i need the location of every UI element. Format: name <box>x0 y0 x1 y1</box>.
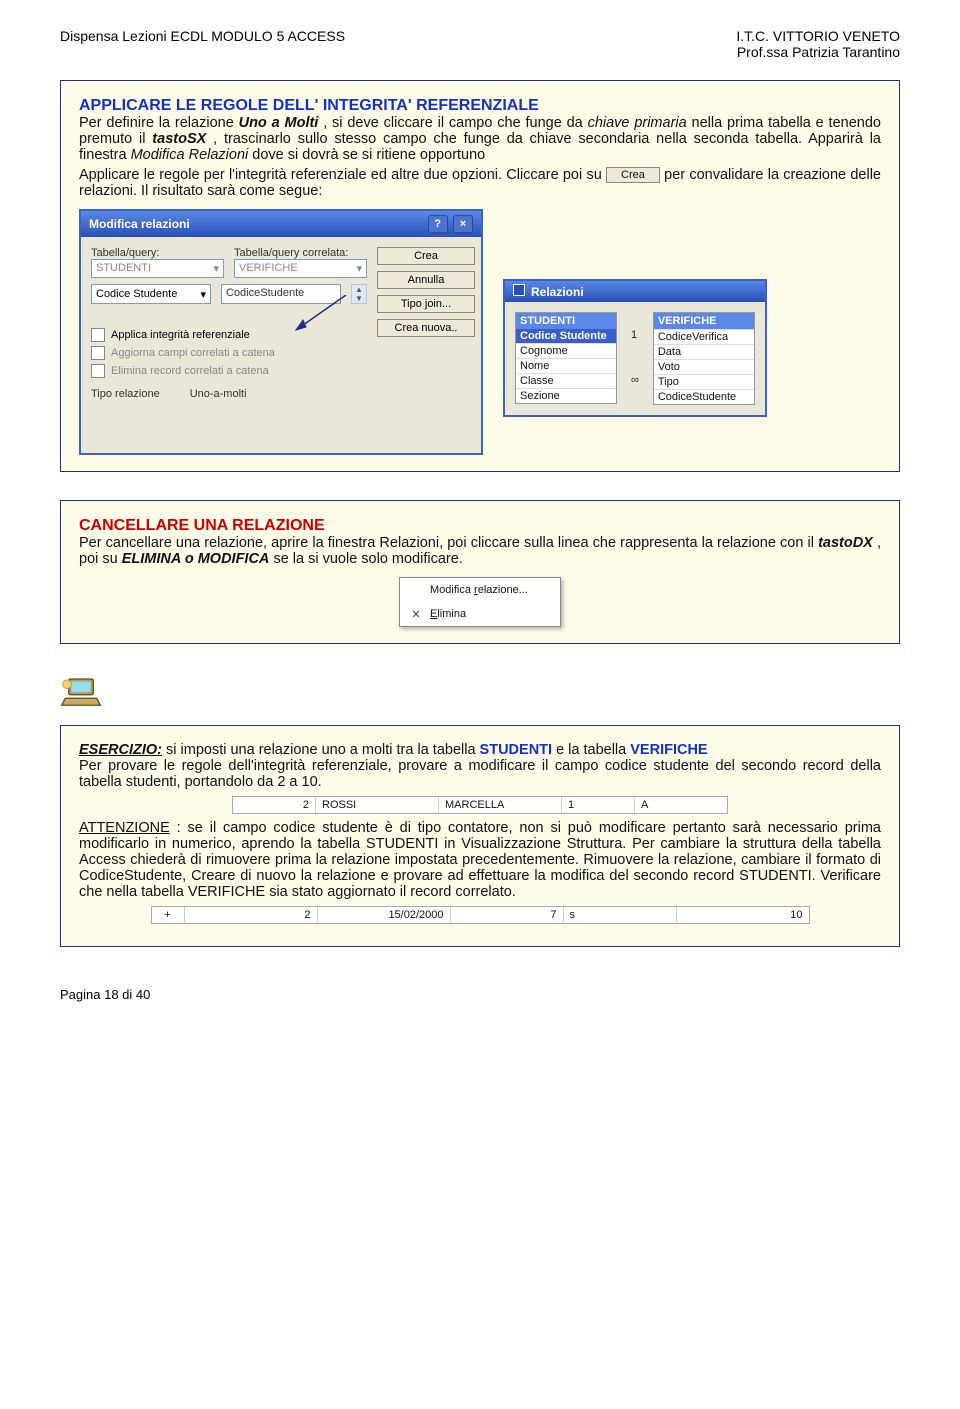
cell: 1 <box>562 797 635 813</box>
cell: ROSSI <box>316 797 439 813</box>
text: Per cancellare una relazione, aprire la … <box>79 535 818 551</box>
combo-field-1[interactable]: Codice Studente ▾ <box>91 284 211 304</box>
crea-inline-button[interactable]: Crea <box>606 167 660 183</box>
label-tipo: Tipo relazione <box>91 388 160 400</box>
dialog-title: Modifica relazioni <box>89 217 190 231</box>
table-row[interactable]: Nome <box>516 358 616 373</box>
scroll-down-icon[interactable]: ▼ <box>355 294 363 303</box>
cell: 7 <box>451 907 564 923</box>
page-footer: Pagina 18 di 40 <box>60 987 900 1002</box>
creanuova-button[interactable]: Crea nuova.. <box>377 319 475 337</box>
scroll-up-icon[interactable]: ▲ <box>355 285 363 294</box>
label-attenzione: ATTENZIONE <box>79 820 170 836</box>
relazioni-window: Relazioni STUDENTI Codice Studente Cogno… <box>503 279 767 417</box>
related-value: VERIFICHE <box>239 262 298 275</box>
cell: 10 <box>677 907 809 923</box>
table-row[interactable]: Cognome <box>516 343 616 358</box>
chk-elimina: Elimina record correlati a catena <box>91 364 367 378</box>
table-row[interactable]: CodiceStudente <box>654 389 754 404</box>
text: : se il campo codice studente è di tipo … <box>79 820 881 900</box>
close-icon[interactable]: × <box>453 215 473 233</box>
text: , si deve cliccare il campo che funge da <box>323 115 587 131</box>
menu-label: Modifica relazione... <box>430 584 528 596</box>
header-right-2: Prof.ssa Patrizia Tarantino <box>736 44 900 60</box>
text-emph: Modifica Relazioni <box>131 147 249 163</box>
laptop-icon <box>60 672 102 714</box>
table-row[interactable]: Codice Studente <box>516 329 616 343</box>
menu-modifica[interactable]: Modifica relazione... <box>400 578 560 602</box>
label-esercizio: ESERCIZIO: <box>79 742 162 758</box>
value-tipo: Uno-a-molti <box>190 388 247 400</box>
combo-value: Codice Studente <box>96 288 177 300</box>
label-related: Tabella/query correlata: <box>234 247 367 259</box>
table-verifiche[interactable]: VERIFICHE CodiceVerifica Data Voto Tipo … <box>653 312 755 405</box>
cell: 2 <box>233 797 316 813</box>
cell: s <box>564 907 677 923</box>
expand-icon[interactable]: + <box>152 907 185 923</box>
text-emph: tastoSX <box>152 131 206 147</box>
modifica-relazioni-dialog: Modifica relazioni ? × Tabella/query: ST… <box>79 209 483 455</box>
section-cancellare: CANCELLARE UNA RELAZIONE Per cancellare … <box>60 500 900 644</box>
text-blue: VERIFICHE <box>630 742 707 758</box>
data-row-studenti: 2 ROSSI MARCELLA 1 A <box>232 796 728 814</box>
header-left: Dispensa Lezioni ECDL MODULO 5 ACCESS <box>60 28 345 60</box>
section1-title: APPLICARE LE REGOLE DELL' INTEGRITA' REF… <box>79 97 881 115</box>
cardinality-one: 1 <box>631 329 639 341</box>
relwin-title: Relazioni <box>531 285 584 299</box>
text: Per provare le regole dell'integrità ref… <box>79 758 881 790</box>
cell: A <box>635 797 727 813</box>
text-blue: STUDENTI <box>480 742 553 758</box>
edit-icon <box>408 582 424 598</box>
table-header: STUDENTI <box>516 313 616 329</box>
table-value: STUDENTI <box>96 262 151 275</box>
cell: 15/02/2000 <box>318 907 451 923</box>
chevron-down-icon: ▾ <box>213 262 219 275</box>
text: dove si dovrà se si ritiene opportuno <box>252 147 485 163</box>
cardinality-many: ∞ <box>631 374 639 386</box>
text: Applicare le regole per l'integrità refe… <box>79 167 606 183</box>
table-row[interactable]: Sezione <box>516 388 616 403</box>
table-row[interactable]: Tipo <box>654 374 754 389</box>
menu-elimina[interactable]: ✕ Elimina <box>400 602 560 626</box>
text: Per definire la relazione <box>79 115 239 131</box>
text-emph: chiave primaria <box>588 115 687 131</box>
text: si imposti una relazione uno a molti tra… <box>166 742 480 758</box>
annulla-button[interactable]: Annulla <box>377 271 475 289</box>
data-row-verifiche: + 2 15/02/2000 7 s 10 <box>151 906 810 924</box>
table-row[interactable]: CodiceVerifica <box>654 329 754 344</box>
text-emph: Uno a Molti <box>239 115 319 131</box>
section-integrita: APPLICARE LE REGOLE DELL' INTEGRITA' REF… <box>60 80 900 472</box>
cell: 2 <box>185 907 318 923</box>
table-header: VERIFICHE <box>654 313 754 329</box>
chk-aggiorna: Aggiorna campi correlati a catena <box>91 346 367 360</box>
text: e la tabella <box>556 742 630 758</box>
delete-icon: ✕ <box>408 606 424 622</box>
arrow-icon <box>291 295 351 335</box>
chevron-down-icon: ▾ <box>356 262 362 275</box>
text-emph: tastoDX <box>818 535 873 551</box>
text-emph: ELIMINA o MODIFICA <box>122 551 270 567</box>
context-menu: Modifica relazione... ✕ Elimina <box>399 577 561 627</box>
cell: MARCELLA <box>439 797 562 813</box>
table-row[interactable]: Data <box>654 344 754 359</box>
section-esercizio: ESERCIZIO: si imposti una relazione uno … <box>60 725 900 947</box>
crea-button[interactable]: Crea <box>377 247 475 265</box>
chevron-down-icon: ▾ <box>200 288 206 301</box>
header-right-1: I.T.C. VITTORIO VENETO <box>736 28 900 44</box>
page-header: Dispensa Lezioni ECDL MODULO 5 ACCESS I.… <box>60 28 900 60</box>
text: se la si vuole solo modificare. <box>273 551 462 567</box>
help-icon[interactable]: ? <box>428 215 448 233</box>
table-row[interactable]: Classe <box>516 373 616 388</box>
table-row[interactable]: Voto <box>654 359 754 374</box>
label-table: Tabella/query: <box>91 247 224 259</box>
table-studenti[interactable]: STUDENTI Codice Studente Cognome Nome Cl… <box>515 312 617 404</box>
section2-title: CANCELLARE UNA RELAZIONE <box>79 517 881 535</box>
tipojoin-button[interactable]: Tipo join... <box>377 295 475 313</box>
